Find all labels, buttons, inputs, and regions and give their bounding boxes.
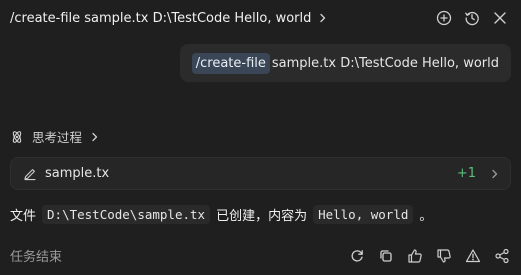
response-text-3: 。 [419,209,433,224]
thinking-toggle[interactable]: 思考过程 [10,127,100,146]
share-icon[interactable] [493,247,511,265]
response-actions [348,247,511,265]
user-prompt-bubble: /create-file sample.tx D:\TestCode Hello… [179,44,511,82]
chevron-right-icon[interactable] [317,12,329,24]
response-footer: 任务结束 [0,236,521,275]
response-text-2: 已创建，内容为 [216,209,308,224]
chat-panel: /create-file sample.tx D:\TestCode Hello… [0,0,521,275]
thumbs-up-icon[interactable] [406,247,424,265]
task-status: 任务结束 [10,250,63,265]
header-actions [435,9,509,27]
file-info: sample.tx [23,166,109,181]
refresh-icon[interactable] [348,247,366,265]
thinking-icon [10,130,24,144]
prompt-text: sample.tx D:\TestCode Hello, world [271,55,499,71]
file-stats: +1 [457,166,500,181]
history-icon[interactable] [463,9,481,27]
file-name: sample.tx [45,166,110,181]
chevron-right-icon [90,132,100,142]
file-content-code: Hello, world [313,205,414,224]
conversation-title[interactable]: /create-file sample.tx D:\TestCode Hello… [10,11,311,26]
copy-icon[interactable] [377,247,395,265]
lines-added-count: +1 [456,166,476,181]
chevron-right-icon[interactable] [490,169,500,179]
conversation-header: /create-file sample.tx D:\TestCode Hello… [0,0,521,36]
edit-icon [23,167,37,181]
thinking-label: 思考过程 [32,130,83,145]
warning-icon[interactable] [464,247,482,265]
add-circle-icon[interactable] [435,9,453,27]
file-path-code: D:\TestCode\sample.tx [42,205,211,224]
close-icon[interactable] [491,9,509,27]
response-text-1: 文件 [10,209,37,224]
file-change-card[interactable]: sample.tx +1 [10,157,511,190]
command-chip[interactable]: /create-file [191,52,270,74]
thumbs-down-icon[interactable] [435,247,453,265]
assistant-response: 文件 D:\TestCode\sample.tx 已创建，内容为 Hello, … [10,205,432,224]
